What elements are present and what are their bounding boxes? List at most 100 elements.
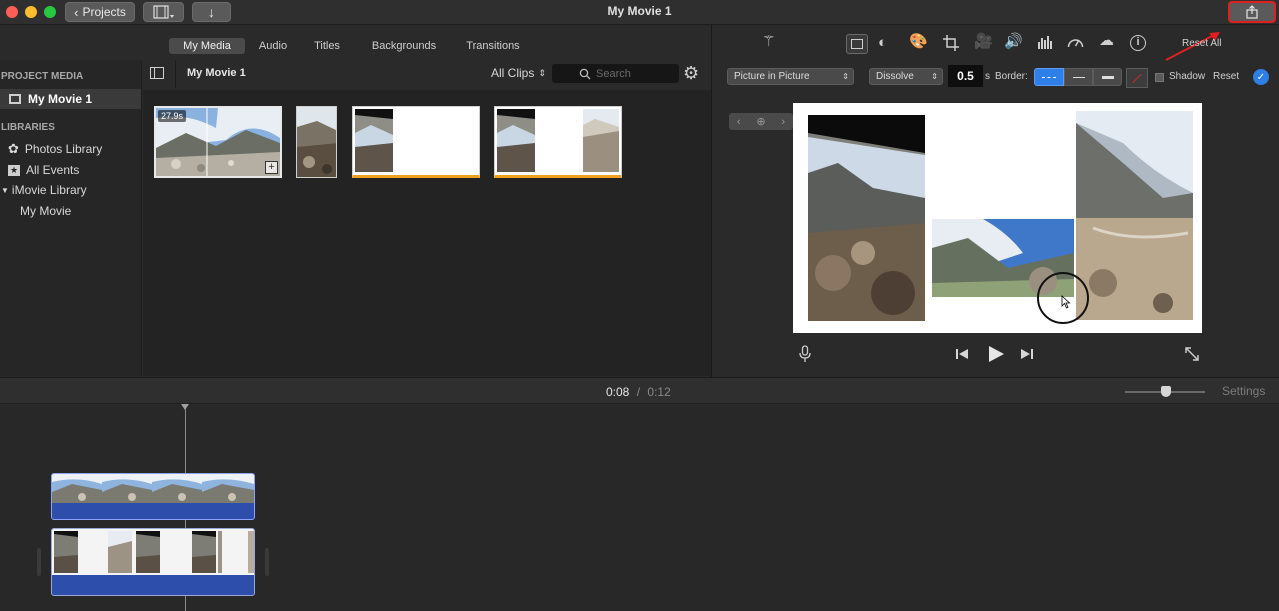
library-sidebar: PROJECT MEDIA My Movie 1 LIBRARIES ✿ Pho… — [0, 60, 142, 376]
apply-checkmark-button[interactable]: ✓ — [1253, 69, 1269, 85]
timeline-main-clip[interactable] — [51, 528, 255, 596]
zoom-slider[interactable] — [1125, 386, 1205, 397]
chevron-updown-icon: ⇕ — [842, 72, 849, 81]
event-title: My Movie 1 — [187, 67, 246, 79]
overlay-position-controls: ‹ ⊕ › — [729, 113, 793, 130]
skip-back-icon[interactable] — [955, 348, 969, 360]
search-input[interactable]: Search — [552, 64, 679, 83]
sidebar-item-label: Photos Library — [24, 142, 103, 156]
reset-button[interactable]: Reset — [1213, 71, 1239, 82]
media-tabs: My Media Audio Titles Backgrounds Transi… — [0, 31, 711, 59]
share-button[interactable] — [1228, 1, 1276, 23]
overlay-mode-dropdown[interactable]: Picture in Picture ⇕ — [727, 68, 854, 85]
clip-thumbnail[interactable] — [296, 106, 337, 178]
color-slash-icon — [1132, 73, 1142, 83]
project-icon — [9, 94, 21, 104]
time-separator: / — [636, 385, 641, 399]
clip-trim-handle-right[interactable] — [265, 548, 269, 576]
tab-backgrounds[interactable]: Backgrounds — [362, 38, 446, 54]
add-clip-icon[interactable]: + — [265, 161, 278, 174]
clip-thumbnail[interactable] — [494, 106, 622, 178]
border-color-swatch[interactable] — [1126, 68, 1148, 88]
project-media-header: PROJECT MEDIA — [1, 71, 84, 82]
current-time: 0:08 — [606, 385, 630, 399]
shadow-checkbox[interactable] — [1155, 73, 1164, 82]
toolbar-divider — [175, 60, 176, 88]
clip-thumbnail[interactable] — [352, 106, 480, 178]
gear-icon[interactable]: ⚙ — [683, 63, 699, 84]
timeline-overlay-clip[interactable] — [51, 473, 255, 520]
duration-input[interactable]: 0.5 — [948, 65, 983, 87]
zoom-slider-knob[interactable] — [1161, 386, 1172, 397]
color-balance-icon[interactable]: ◐ — [878, 35, 887, 50]
mouse-pointer-icon — [1061, 295, 1071, 309]
sidebar-toggle-icon[interactable] — [150, 67, 164, 79]
transition-dropdown[interactable]: Dissolve ⇕ — [869, 68, 943, 85]
fullscreen-icon[interactable] — [1184, 346, 1200, 362]
color-correction-icon[interactable]: 🎨 — [909, 34, 928, 49]
microphone-icon[interactable] — [799, 345, 811, 363]
chevron-updown-icon: ⇕ — [931, 72, 938, 81]
transition-value: Dissolve — [876, 71, 914, 82]
timeline-settings-button[interactable]: Settings — [1222, 384, 1265, 398]
timeline[interactable] — [0, 404, 1279, 611]
timecode: 0:08 / 0:12 — [606, 385, 671, 399]
disclosure-triangle-icon[interactable]: ▼ — [1, 186, 9, 195]
playhead-handle[interactable] — [181, 404, 189, 410]
sidebar-item-my-movie[interactable]: My Movie — [0, 201, 141, 221]
crop-icon[interactable] — [943, 35, 959, 51]
timeline-toolbar: 0:08 / 0:12 Settings — [0, 377, 1279, 404]
overlay-square — [851, 39, 863, 49]
window-title: My Movie 1 — [607, 4, 672, 18]
chevron-updown-icon: ⇕ — [538, 67, 546, 78]
speed-icon[interactable] — [1067, 35, 1084, 50]
overlay-mode-value: Picture in Picture — [734, 71, 810, 82]
clip-trim-handle-left[interactable] — [37, 548, 41, 576]
border-style-thick-button[interactable] — [1093, 68, 1122, 86]
clip-duration-badge: 27.9s — [158, 110, 187, 122]
dashed-line-icon — [1042, 76, 1056, 78]
equalizer-icon[interactable] — [1038, 36, 1052, 49]
star-icon: ★ — [8, 164, 20, 176]
clip-thumbnail[interactable]: 27.9s + — [154, 106, 282, 178]
reset-all-button[interactable]: Reset All — [1182, 38, 1221, 49]
volume-icon[interactable]: 🔊 — [1004, 34, 1023, 49]
tab-titles[interactable]: Titles — [307, 38, 347, 54]
tab-transitions[interactable]: Transitions — [460, 38, 526, 54]
border-style-thin-button[interactable] — [1064, 68, 1093, 86]
chevron-left-icon[interactable]: ‹ — [737, 116, 741, 128]
video-overlay-icon[interactable] — [846, 34, 868, 54]
share-icon — [1246, 5, 1258, 19]
search-icon — [579, 68, 591, 79]
libraries-header: LIBRARIES — [1, 122, 55, 133]
sidebar-item-label: My Movie 1 — [28, 92, 93, 106]
sidebar-item-all-events[interactable]: ★ All Events — [0, 160, 141, 180]
position-icon[interactable]: ⊕ — [756, 115, 765, 128]
sidebar-item-label: My Movie — [20, 204, 72, 218]
clip-filter-icon[interactable]: ☁ — [1099, 33, 1114, 48]
all-clips-selector[interactable]: All Clips ⇕ — [491, 65, 546, 81]
play-icon[interactable] — [987, 345, 1005, 363]
chevron-right-icon[interactable]: › — [781, 116, 785, 128]
sidebar-item-photos-library[interactable]: ✿ Photos Library — [0, 139, 141, 159]
info-icon[interactable]: i — [1130, 35, 1146, 51]
tab-audio[interactable]: Audio — [253, 38, 293, 54]
sidebar-item-my-movie-1[interactable]: My Movie 1 — [0, 89, 141, 109]
border-label: Border: — [995, 71, 1028, 82]
viewer-canvas[interactable] — [793, 103, 1202, 333]
preview-right-image — [1076, 111, 1193, 320]
clip-filmstrip — [52, 529, 254, 575]
tab-my-media[interactable]: My Media — [169, 38, 245, 54]
sidebar-item-label: All Events — [26, 163, 80, 177]
sidebar-item-imovie-library[interactable]: ▼ iMovie Library — [0, 180, 141, 200]
clip-filmstrip — [52, 474, 254, 503]
skip-forward-icon[interactable] — [1020, 348, 1034, 360]
shadow-label: Shadow — [1169, 71, 1206, 82]
clip-image — [353, 107, 479, 174]
border-style-none-button[interactable] — [1034, 68, 1064, 86]
stabilization-icon[interactable]: 🎥 — [974, 34, 993, 49]
clips-browser: 27.9s + — [143, 90, 711, 376]
browser-toolbar: My Movie 1 All Clips ⇕ Search ⚙ — [143, 60, 711, 88]
magic-wand-icon[interactable]: ⚚ — [762, 34, 775, 49]
thick-line-icon — [1101, 75, 1114, 79]
